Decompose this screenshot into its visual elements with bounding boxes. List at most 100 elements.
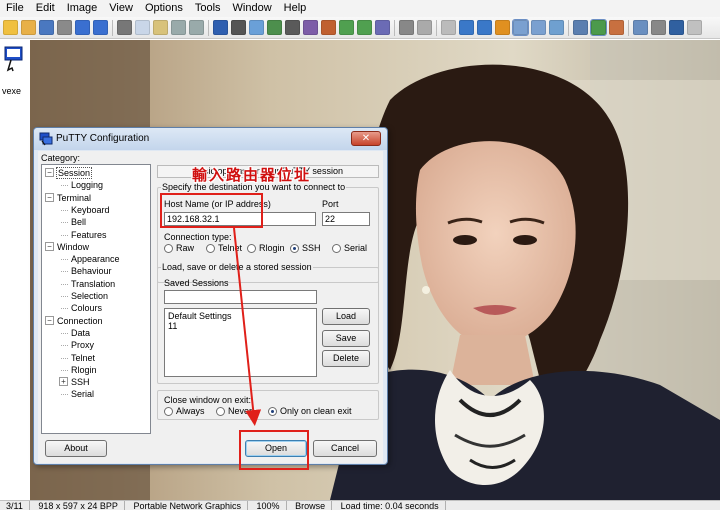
tree-item-serial[interactable]: Serial [61,388,95,400]
tree-item-behaviour[interactable]: Behaviour [61,265,113,277]
menu-view[interactable]: View [103,0,139,17]
tree-item-appearance[interactable]: Appearance [61,253,121,265]
tree-item-connection[interactable]: − Connection [45,315,104,327]
collapse-icon[interactable]: − [45,192,54,202]
menu-image[interactable]: Image [61,0,104,17]
tree-item-bell[interactable]: Bell [61,216,87,228]
menu-options[interactable]: Options [139,0,189,17]
fullscreen-icon[interactable] [531,20,546,35]
scan-icon[interactable] [267,20,282,35]
tree-item-selection[interactable]: Selection [61,290,109,302]
tree-item-label: Bell [71,217,87,228]
close-button[interactable]: ✕ [351,131,381,146]
undo-icon[interactable] [171,20,186,35]
zoom-in-icon[interactable] [459,20,474,35]
menu-window[interactable]: Window [227,0,278,17]
tools-icon[interactable] [633,20,648,35]
cancel-button[interactable]: Cancel [313,440,377,457]
tree-item-logging[interactable]: Logging [61,179,104,191]
resize-icon[interactable] [285,20,300,35]
radio-never[interactable]: Never [216,406,252,416]
tree-item-data[interactable]: Data [61,327,91,339]
menu-edit[interactable]: Edit [30,0,61,17]
redo-icon[interactable] [189,20,204,35]
collapse-icon[interactable]: − [45,315,54,325]
zoom-fit-icon[interactable] [495,20,510,35]
menu-file[interactable]: File [0,0,30,17]
cut-icon[interactable] [117,20,132,35]
open-folder-icon[interactable] [21,20,36,35]
slideshow-icon[interactable] [231,20,246,35]
tree-item-colours[interactable]: Colours [61,302,103,314]
browse-mode-icon[interactable] [590,19,607,36]
copy-icon[interactable] [135,20,150,35]
tree-item-proxy[interactable]: Proxy [61,339,95,351]
save-button[interactable]: Save [322,330,370,347]
info-icon[interactable] [213,20,228,35]
close-icon: ✕ [361,133,371,144]
saved-sessions-input[interactable] [164,290,317,304]
panel-icon[interactable] [573,20,588,35]
open-file-icon[interactable] [3,20,18,35]
flip-icon[interactable] [375,20,390,35]
expand-icon[interactable]: + [59,377,68,387]
port-input[interactable] [322,212,370,226]
tree-item-telnet[interactable]: Telnet [61,352,96,364]
dialog-title: PuTTY Configuration [56,133,150,144]
paste-icon[interactable] [153,20,168,35]
radio-rlogin[interactable]: Rlogin [247,243,285,253]
radio-only-clean-exit[interactable]: Only on clean exit [268,406,352,416]
putty-icon [39,132,53,146]
radio-telnet[interactable]: Telnet [206,243,242,253]
help-icon[interactable] [669,20,684,35]
collapse-icon[interactable]: − [45,168,54,177]
settings-icon[interactable] [651,20,666,35]
tree-item-translation[interactable]: Translation [61,278,116,290]
radio-ssh[interactable]: SSH [290,243,321,253]
executable-icon[interactable] [4,46,24,72]
sessions-list[interactable]: Default Settings 11 [164,308,317,377]
about-button[interactable]: About [45,440,107,457]
print-icon[interactable] [57,20,72,35]
zoom-out-icon[interactable] [477,20,492,35]
dialog-titlebar[interactable]: PuTTY Configuration ✕ [34,128,387,150]
select-icon[interactable] [417,20,432,35]
tree-item-ssh[interactable]: + SSH [59,376,91,388]
exit-icon[interactable] [687,20,702,35]
tree-item-label: Rlogin [71,364,97,375]
crop-icon[interactable] [399,20,414,35]
radio-serial[interactable]: Serial [332,243,367,253]
tree-item-session[interactable]: − Session [45,167,93,179]
load-button[interactable]: Load [322,308,370,325]
category-tree[interactable]: − Session Logging − Terminal Keyboard Bell Feat… [41,164,151,434]
tree-item-label: Features [71,229,107,240]
effects-icon[interactable] [321,20,336,35]
tree-item-features[interactable]: Features [61,229,108,241]
delete-button[interactable]: Delete [322,350,370,367]
fit-window-icon[interactable] [512,19,529,36]
save-icon[interactable] [39,20,54,35]
status-format: Portable Network Graphics [127,501,248,510]
radio-always[interactable]: Always [164,406,205,416]
tree-item-keyboard[interactable]: Keyboard [61,204,111,216]
original-size-icon[interactable] [549,20,564,35]
previous-icon[interactable] [75,20,90,35]
next-icon[interactable] [93,20,108,35]
session-item[interactable]: Default Settings [168,311,232,321]
thumbnails-icon[interactable] [249,20,264,35]
tree-item-window[interactable]: − Window [45,241,90,253]
color-icon[interactable] [303,20,318,35]
redeye-icon[interactable] [441,20,456,35]
menu-help[interactable]: Help [278,0,313,17]
paint-icon[interactable] [609,20,624,35]
menu-tools[interactable]: Tools [189,0,227,17]
rotate-left-icon[interactable] [339,20,354,35]
rotate-right-icon[interactable] [357,20,372,35]
radio-only-clean-exit-label: Only on clean exit [280,406,352,416]
status-bar: 3/11 918 x 597 x 24 BPP Portable Network… [0,500,720,510]
collapse-icon[interactable]: − [45,241,54,251]
tree-item-rlogin[interactable]: Rlogin [61,364,98,376]
session-item[interactable]: 11 [168,321,177,331]
radio-raw[interactable]: Raw [164,243,194,253]
tree-item-terminal[interactable]: − Terminal [45,192,92,204]
